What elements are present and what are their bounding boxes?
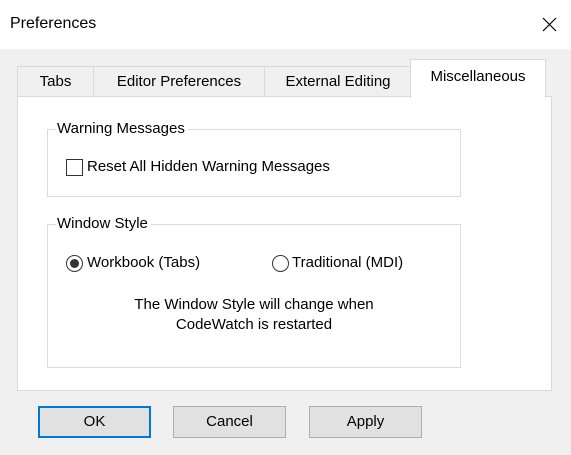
preferences-dialog: Preferences Tabs Editor Preferences Exte…: [0, 0, 571, 455]
tab-label: Miscellaneous: [430, 68, 526, 85]
window-style-note-line-1: The Window Style will change when: [134, 296, 374, 313]
close-icon: [542, 17, 557, 32]
dialog-title: Preferences: [10, 15, 97, 32]
tab-label: Tabs: [39, 73, 72, 90]
tab-editor-preferences[interactable]: Editor Preferences: [93, 66, 265, 97]
tab-external-editing[interactable]: External Editing: [264, 66, 412, 97]
title-bar: Preferences: [0, 0, 571, 49]
traditional-mdi-label[interactable]: Traditional (MDI): [292, 253, 403, 273]
warning-messages-group: Warning Messages Reset All Hidden Warnin…: [47, 119, 461, 197]
tab-label: Editor Preferences: [116, 73, 242, 90]
warning-messages-group-title: Warning Messages: [56, 119, 188, 139]
cancel-button[interactable]: Cancel: [173, 406, 286, 438]
tab-miscellaneous[interactable]: Miscellaneous: [410, 59, 546, 98]
window-style-note-line-2: CodeWatch is restarted: [175, 316, 333, 333]
traditional-mdi-radio[interactable]: [272, 255, 289, 272]
tab-panel-miscellaneous: Warning Messages Reset All Hidden Warnin…: [17, 96, 552, 391]
window-style-group: Window Style Workbook (Tabs) Traditional…: [47, 214, 461, 368]
radio-selected-dot: [70, 259, 79, 268]
window-style-group-title: Window Style: [56, 214, 151, 234]
tab-label: External Editing: [285, 73, 391, 90]
ok-button[interactable]: OK: [38, 406, 151, 438]
apply-button[interactable]: Apply: [309, 406, 422, 438]
reset-warnings-checkbox[interactable]: [66, 159, 83, 176]
workbook-tabs-radio[interactable]: [66, 255, 83, 272]
tab-tabs[interactable]: Tabs: [17, 66, 94, 97]
window-style-note: The Window Style will change when CodeWa…: [48, 295, 460, 335]
reset-warnings-label[interactable]: Reset All Hidden Warning Messages: [87, 157, 330, 177]
close-button[interactable]: [530, 6, 568, 42]
workbook-tabs-label[interactable]: Workbook (Tabs): [87, 253, 200, 273]
